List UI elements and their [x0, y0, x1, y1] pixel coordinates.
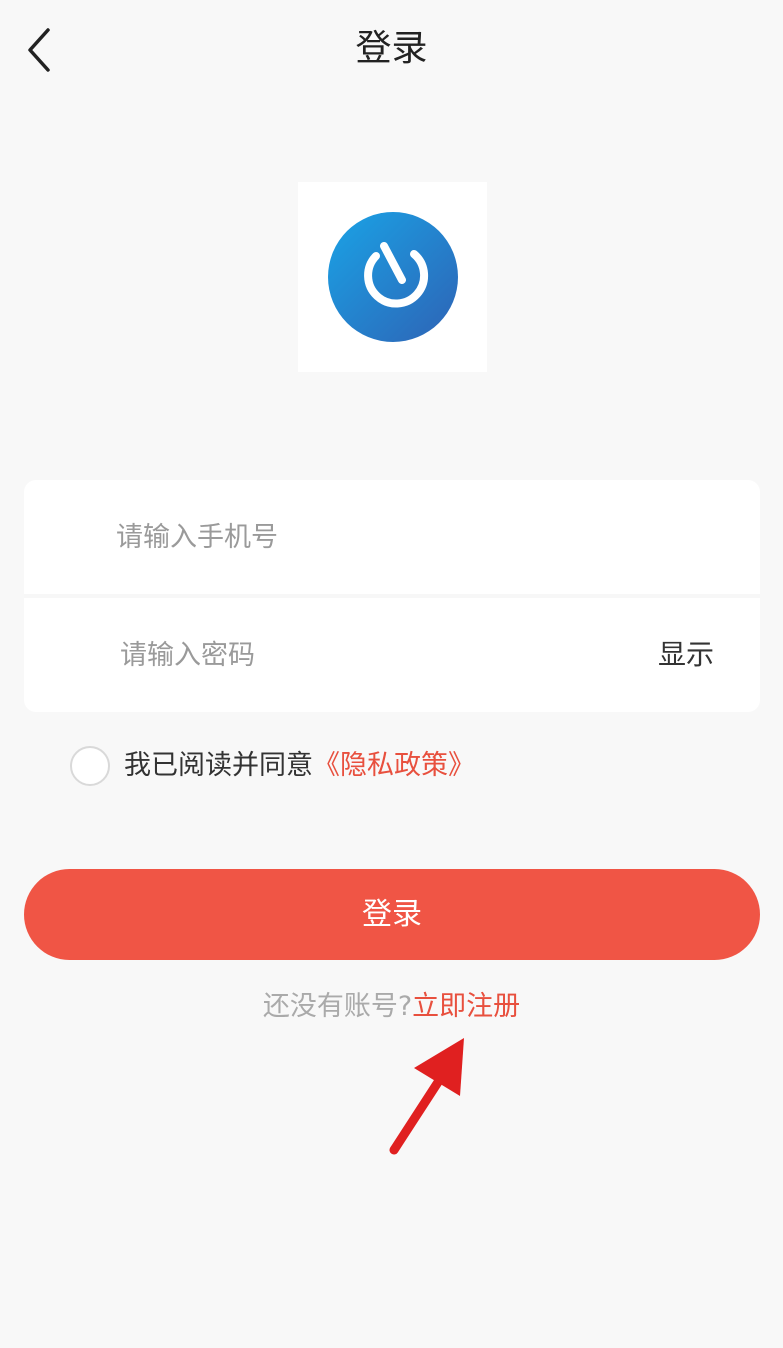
- login-screen: 登录 显示 我已阅读并同意《隐私政: [0, 0, 783, 1348]
- register-row: 还没有账号?立即注册: [0, 985, 783, 1029]
- password-row: 显示: [24, 598, 760, 712]
- red-arrow-icon: [380, 1030, 480, 1160]
- phone-input[interactable]: [116, 480, 716, 594]
- page-title: 登录: [355, 28, 428, 69]
- agreement-checkbox[interactable]: [70, 746, 110, 786]
- register-prompt: 还没有账号?: [262, 991, 413, 1022]
- app-logo: [298, 182, 487, 372]
- password-input[interactable]: [120, 598, 620, 712]
- agreement-text: 我已阅读并同意: [124, 750, 313, 781]
- show-password-toggle[interactable]: 显示: [658, 598, 714, 712]
- agreement-label: 我已阅读并同意《隐私政策》: [124, 744, 475, 788]
- register-link[interactable]: 立即注册: [412, 991, 520, 1022]
- privacy-policy-link[interactable]: 《隐私政策》: [313, 750, 475, 781]
- login-button[interactable]: 登录: [24, 869, 760, 960]
- header: 登录: [0, 0, 783, 96]
- phone-row: [24, 480, 760, 594]
- login-form: 显示: [24, 480, 760, 712]
